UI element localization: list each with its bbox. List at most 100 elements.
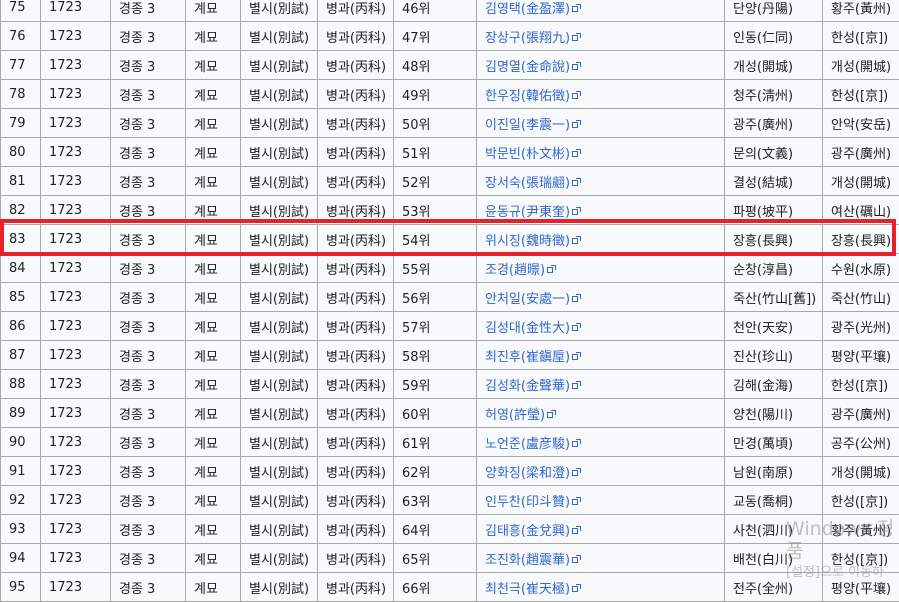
cell-rank: 61위 [394,428,477,457]
cell-rank: 60위 [394,399,477,428]
cell-name-link[interactable]: 장상구(張翔九) [477,22,725,51]
cell-rank: 48위 [394,51,477,80]
cell-reign-year: 경종 3 [111,283,186,312]
cell-exam-type: 별시(別試) [241,80,318,109]
cell-name-link[interactable]: 인두찬(印斗贊) [477,486,725,515]
cell-name-link[interactable]: 최천극(崔天極) [477,573,725,602]
cell-clan-origin: 천안(天安) [725,312,823,341]
cell-grade: 병과(丙科) [318,486,394,515]
cell-name-link[interactable]: 박문빈(朴文彬) [477,138,725,167]
cell-number: 94 [1,544,41,573]
cell-number: 84 [1,254,41,283]
cell-name-link[interactable]: 양화징(梁和澄) [477,457,725,486]
cell-clan-origin: 문의(文義) [725,138,823,167]
table-row: 801723경종 3계묘별시(別試)병과(丙科)51위박문빈(朴文彬)문의(文義… [1,138,899,167]
person-link[interactable]: 장상구(張翔九) [485,31,570,46]
cell-grade: 병과(丙科) [318,225,394,254]
person-link[interactable]: 윤동규(尹東奎) [485,205,570,220]
cell-reign-year: 경종 3 [111,167,186,196]
external-link-icon [572,352,581,361]
cell-grade: 병과(丙科) [318,51,394,80]
cell-grade: 병과(丙科) [318,370,394,399]
cell-residence: 죽산(竹山) [823,283,899,312]
cell-year: 1723 [41,573,111,602]
person-link[interactable]: 김태흥(金兌興) [485,524,570,539]
cell-name-link[interactable]: 최진후(崔鎭垕) [477,341,725,370]
person-link[interactable]: 장서숙(張瑞翽) [485,176,570,191]
cell-exam-type: 별시(別試) [241,370,318,399]
cell-residence: 여산(礪山) [823,196,899,225]
person-link[interactable]: 조경(趙暻) [485,263,545,278]
person-link[interactable]: 노언준(盧彦駿) [485,437,570,452]
cell-name-link[interactable]: 김성대(金性大) [477,312,725,341]
cell-ganji: 계묘 [186,22,241,51]
cell-grade: 병과(丙科) [318,283,394,312]
cell-clan-origin: 죽산(竹山[舊]) [725,283,823,312]
cell-year: 1723 [41,22,111,51]
cell-name-link[interactable]: 김성화(金聲華) [477,370,725,399]
person-link[interactable]: 인두찬(印斗贊) [485,495,570,510]
cell-name-link[interactable]: 안처일(安處一) [477,283,725,312]
cell-reign-year: 경종 3 [111,486,186,515]
cell-reign-year: 경종 3 [111,515,186,544]
person-link[interactable]: 위시징(魏時徵) [485,234,570,249]
person-link[interactable]: 허영(許瑩) [485,408,545,423]
person-link[interactable]: 안처일(安處一) [485,292,570,307]
cell-reign-year: 경종 3 [111,80,186,109]
person-link[interactable]: 최진후(崔鎭垕) [485,350,570,365]
person-link[interactable]: 박문빈(朴文彬) [485,147,570,162]
cell-reign-year: 경종 3 [111,138,186,167]
cell-name-link[interactable]: 김영택(金盈澤) [477,0,725,22]
cell-clan-origin: 진산(珍山) [725,341,823,370]
person-link[interactable]: 최천극(崔天極) [485,582,570,597]
person-link[interactable]: 김성대(金性大) [485,321,570,336]
cell-rank: 57위 [394,312,477,341]
cell-name-link[interactable]: 이진일(李震一) [477,109,725,138]
person-link[interactable]: 한우징(韓佑徵) [485,89,570,104]
cell-name-link[interactable]: 김태흥(金兌興) [477,515,725,544]
cell-rank: 50위 [394,109,477,138]
cell-ganji: 계묘 [186,138,241,167]
cell-name-link[interactable]: 위시징(魏時徵) [477,225,725,254]
cell-name-link[interactable]: 허영(許瑩) [477,399,725,428]
person-link[interactable]: 조진화(趙震華) [485,553,570,568]
person-link[interactable]: 김성화(金聲華) [485,379,570,394]
person-link[interactable]: 이진일(李震一) [485,118,570,133]
cell-residence: 공주(公州) [823,428,899,457]
cell-rank: 63위 [394,486,477,515]
cell-clan-origin: 광주(廣州) [725,109,823,138]
cell-exam-type: 별시(別試) [241,341,318,370]
person-link[interactable]: 김영택(金盈澤) [485,2,570,17]
cell-clan-origin: 전주(全州) [725,573,823,602]
cell-name-link[interactable]: 노언준(盧彦駿) [477,428,725,457]
external-link-icon [572,555,581,564]
cell-year: 1723 [41,51,111,80]
cell-name-link[interactable]: 장서숙(張瑞翽) [477,167,725,196]
cell-name-link[interactable]: 윤동규(尹東奎) [477,196,725,225]
person-link[interactable]: 양화징(梁和澄) [485,466,570,481]
cell-clan-origin: 인동(仁同) [725,22,823,51]
table-row: 781723경종 3계묘별시(別試)병과(丙科)49위한우징(韓佑徵)청주(淸州… [1,80,899,109]
cell-ganji: 계묘 [186,80,241,109]
cell-name-link[interactable]: 한우징(韓佑徵) [477,80,725,109]
cell-name-link[interactable]: 조진화(趙震華) [477,544,725,573]
cell-ganji: 계묘 [186,167,241,196]
cell-clan-origin: 남원(南原) [725,457,823,486]
cell-name-link[interactable]: 김명열(金命說) [477,51,725,80]
external-link-icon [572,33,581,42]
cell-residence: 개성(開城) [823,457,899,486]
cell-residence: 평양(平壤) [823,341,899,370]
cell-clan-origin: 순창(淳昌) [725,254,823,283]
cell-exam-type: 별시(別試) [241,486,318,515]
cell-exam-type: 별시(別試) [241,515,318,544]
table-row: 871723경종 3계묘별시(別試)병과(丙科)58위최진후(崔鎭垕)진산(珍山… [1,341,899,370]
person-link[interactable]: 김명열(金命說) [485,60,570,75]
external-link-icon [572,468,581,477]
table-row: 761723경종 3계묘별시(別試)병과(丙科)47위장상구(張翔九)인동(仁同… [1,22,899,51]
cell-grade: 병과(丙科) [318,544,394,573]
cell-ganji: 계묘 [186,370,241,399]
cell-number: 83 [1,225,41,254]
cell-name-link[interactable]: 조경(趙暻) [477,254,725,283]
cell-exam-type: 별시(別試) [241,196,318,225]
cell-rank: 53위 [394,196,477,225]
